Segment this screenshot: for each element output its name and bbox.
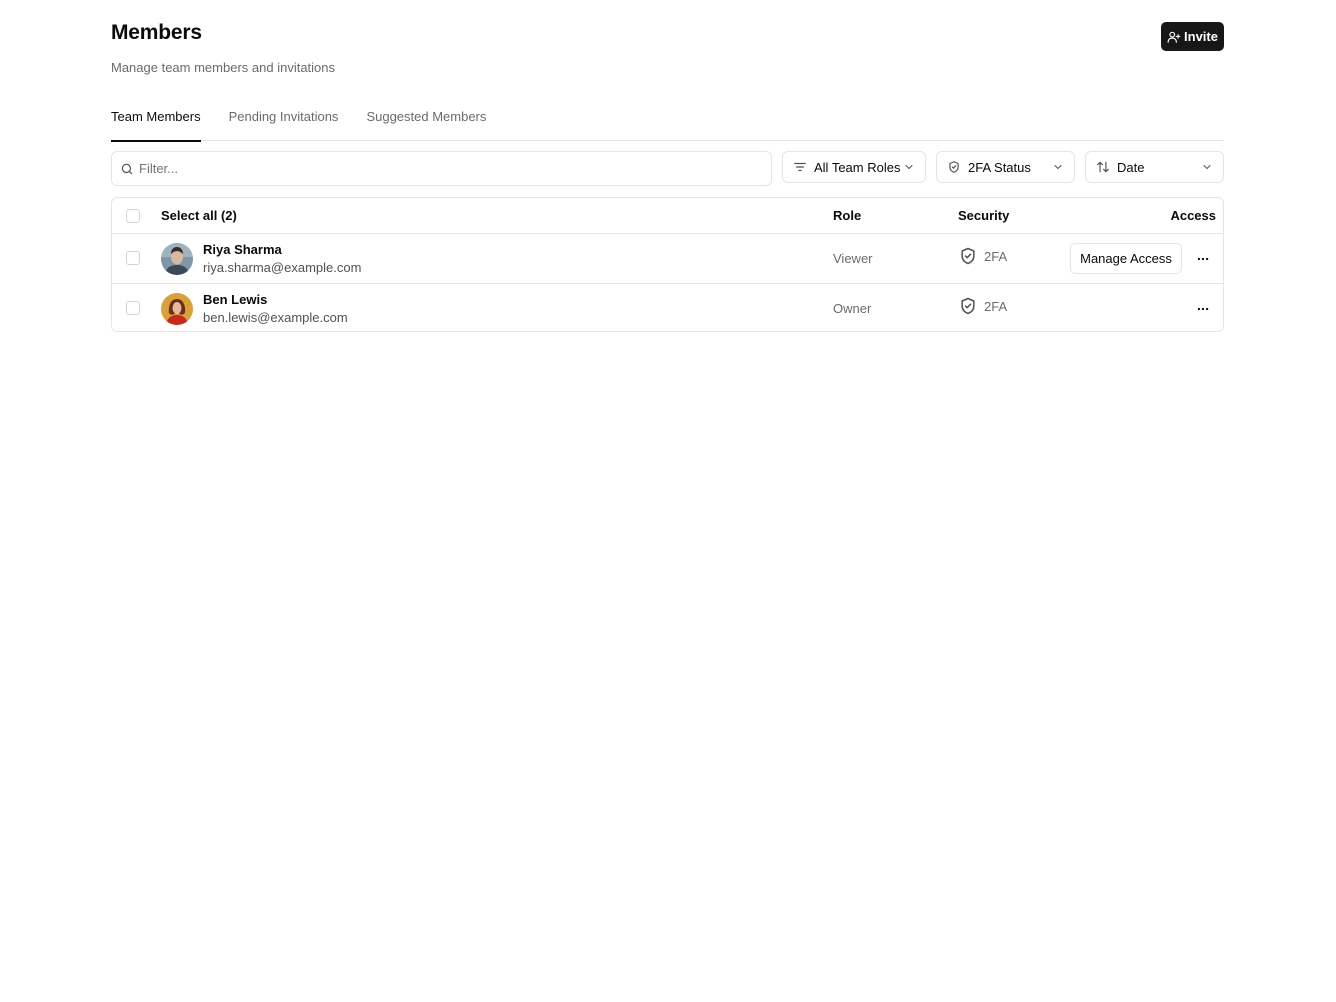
tab-bar: Team Members Pending Invitations Suggest… (111, 100, 1224, 142)
sort-arrows-icon (1097, 161, 1109, 173)
manage-access-button[interactable]: Manage Access (1070, 243, 1182, 274)
filter-lines-icon (794, 162, 806, 172)
page-title: Members (111, 21, 202, 44)
access-column-header: Access (1170, 208, 1216, 223)
row-actions-button[interactable] (1192, 248, 1214, 270)
row-checkbox[interactable] (126, 301, 140, 315)
table-header: Select all (2) Role Security Access (112, 198, 1223, 234)
row-checkbox[interactable] (126, 251, 140, 265)
security-column-header: Security (958, 208, 1010, 223)
shield-check-icon (949, 161, 959, 173)
tab-pending-invitations[interactable]: Pending Invitations (229, 100, 339, 141)
avatar (161, 243, 193, 275)
sort-date-dropdown[interactable]: Date (1085, 151, 1224, 183)
chevron-down-icon (1203, 165, 1211, 169)
user-photo-icon (161, 293, 193, 325)
security-label: 2FA (984, 248, 1008, 264)
table-row: Riya Sharma riya.sharma@example.com View… (112, 234, 1223, 283)
table-row: Ben Lewis ben.lewis@example.com Owner 2F… (112, 283, 1223, 332)
filter-search-box[interactable] (111, 151, 772, 186)
page-subtitle: Manage team members and invitations (111, 60, 336, 75)
shield-check-icon (961, 297, 975, 315)
security-status: 2FA (958, 296, 1007, 316)
user-photo-icon (161, 243, 193, 275)
member-name: Ben Lewis (203, 292, 268, 307)
more-horizontal-icon (1197, 307, 1209, 311)
chevron-down-icon (905, 165, 913, 169)
avatar (161, 293, 193, 325)
tab-team-members[interactable]: Team Members (111, 100, 201, 142)
select-all-label[interactable]: Select all (2) (161, 208, 237, 223)
twofa-status-label: 2FA Status (968, 159, 1031, 175)
member-name: Riya Sharma (203, 242, 282, 257)
security-label: 2FA (984, 298, 1008, 314)
shield-check-icon (961, 247, 975, 265)
invite-label: Invite (1184, 29, 1218, 44)
team-roles-dropdown[interactable]: All Team Roles (782, 151, 926, 183)
row-actions-button[interactable] (1192, 298, 1214, 320)
tab-suggested-members[interactable]: Suggested Members (366, 100, 486, 141)
chevron-down-icon (1054, 165, 1062, 169)
member-email: ben.lewis@example.com (203, 310, 348, 325)
filter-input[interactable] (139, 161, 739, 176)
team-roles-label: All Team Roles (814, 159, 901, 175)
member-email: riya.sharma@example.com (203, 260, 362, 275)
security-status: 2FA (958, 246, 1007, 266)
select-all-checkbox[interactable] (126, 209, 140, 223)
members-table: Select all (2) Role Security Access Riya… (111, 197, 1224, 332)
user-plus-icon (1167, 31, 1181, 43)
member-role: Viewer (833, 251, 873, 266)
search-icon (121, 163, 133, 174)
twofa-status-dropdown[interactable]: 2FA Status (936, 151, 1075, 183)
more-horizontal-icon (1197, 257, 1209, 261)
member-role: Owner (833, 301, 872, 316)
role-column-header: Role (833, 208, 862, 223)
sort-date-label: Date (1117, 159, 1145, 175)
invite-button[interactable]: Invite (1161, 22, 1224, 51)
